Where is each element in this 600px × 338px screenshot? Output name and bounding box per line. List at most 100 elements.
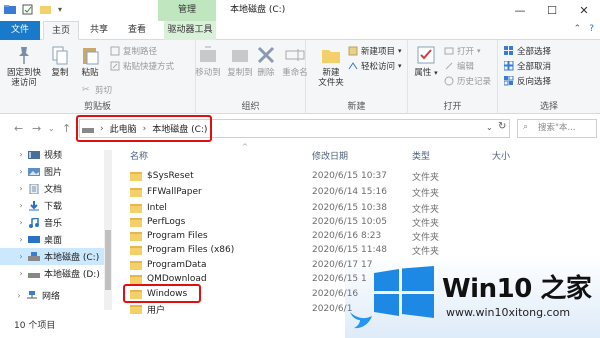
sidebar-item-label: 文档 (44, 185, 63, 195)
new-folder-button[interactable]: 新建 文件夹 (310, 44, 352, 88)
tab-share[interactable]: 共享 (84, 21, 114, 40)
sidebar-item-desktop[interactable]: › 桌面 (0, 231, 112, 248)
sidebar-item-network[interactable]: › 网络 (0, 287, 112, 304)
tab-manage[interactable]: 管理 (158, 0, 216, 21)
file-name: PerfLogs (147, 217, 186, 227)
copy-path-button[interactable]: 复制路径 (110, 45, 157, 57)
history-icon (444, 76, 454, 86)
tab-view[interactable]: 查看 (122, 21, 152, 40)
edit-button[interactable]: 编辑 (444, 60, 474, 72)
select-none-label: 全部取消 (517, 62, 552, 72)
up-arrow-icon[interactable]: ↑ (62, 122, 71, 135)
pictures-icon (28, 167, 40, 176)
sidebar-item-local-disk-d[interactable]: › 本地磁盘 (D:) (0, 265, 112, 282)
expand-chevron-icon[interactable]: › (12, 291, 26, 300)
delete-icon (257, 46, 275, 64)
quick-access-toolbar: ▾ (4, 4, 62, 15)
properties-button[interactable]: 属性 ▾ (412, 44, 440, 78)
properties-qa-icon[interactable] (22, 4, 34, 15)
address-dropdown-icon[interactable]: ⌄ (486, 123, 493, 132)
help-icon[interactable]: ? (589, 24, 594, 34)
expand-chevron-icon[interactable]: › (14, 150, 28, 159)
copy-icon (52, 46, 68, 65)
paste-button[interactable]: 粘贴 (76, 44, 104, 78)
column-header-size[interactable]: 大小 (492, 149, 510, 162)
file-date: 2020/6/14 15:16 (312, 187, 387, 197)
expand-chevron-icon[interactable]: › (14, 167, 28, 176)
folder-icon (130, 187, 142, 197)
expand-chevron-icon[interactable]: › (14, 235, 28, 244)
rename-icon (285, 49, 305, 61)
maximize-button[interactable]: ☐ (536, 0, 568, 21)
invert-selection-label: 反向选择 (517, 77, 552, 87)
copy-path-icon (110, 46, 120, 56)
cut-button[interactable]: ✂ 剪切 (82, 84, 112, 96)
sidebar-item-pictures[interactable]: › 图片 (0, 163, 112, 180)
new-folder-qa-icon[interactable] (40, 4, 52, 15)
organize-group: 移动到 复制到 删除 重命名 组织 (195, 40, 308, 114)
search-input[interactable]: 搜索"本... (517, 119, 597, 138)
invert-selection-button[interactable]: 反向选择 (504, 75, 551, 87)
sidebar-item-label: 视频 (44, 151, 63, 161)
new-item-button[interactable]: 新建项目 ▾ (348, 45, 402, 57)
paste-label: 粘贴 (81, 68, 99, 78)
tab-home[interactable]: 主页 (43, 21, 79, 40)
sidebar-scrollbar[interactable] (104, 150, 112, 310)
expand-chevron-icon[interactable]: › (14, 201, 28, 210)
tab-file[interactable]: 文件 (0, 21, 40, 40)
file-row[interactable]: FFWallPaper 2020/6/14 15:16 文件夹 (127, 184, 527, 200)
refresh-icon[interactable]: ↻ (498, 121, 506, 132)
sidebar-item-local-disk-c[interactable]: › 本地磁盘 (C:) (0, 248, 112, 265)
file-name: 用户 (147, 305, 166, 316)
sidebar-item-label: 下载 (44, 202, 63, 212)
watermark-url: www.win10xitong.com (446, 306, 571, 319)
file-row[interactable]: $SysReset 2020/6/15 10:37 文件夹 (127, 168, 527, 184)
downloads-icon (29, 200, 39, 210)
expand-chevron-icon[interactable]: › (14, 184, 28, 193)
easy-access-dropdown-icon: ▾ (398, 62, 402, 70)
copy-button[interactable]: 复制 (46, 44, 74, 78)
tab-drive-tools[interactable]: 驱动器工具 (164, 21, 216, 40)
folder-icon (130, 274, 142, 284)
expand-chevron-icon[interactable]: › (14, 252, 28, 261)
close-button[interactable]: ✕ (568, 0, 600, 21)
copy-to-label: 复制到 (227, 68, 253, 78)
folder-icon (130, 171, 142, 181)
sidebar-item-videos[interactable]: › 视频 (0, 146, 112, 163)
music-icon (29, 217, 39, 228)
expand-chevron-icon[interactable]: › (14, 218, 28, 227)
sidebar-item-music[interactable]: › 音乐 (0, 214, 112, 231)
pin-label: 固定到快 速访问 (6, 68, 41, 88)
forward-arrow-icon[interactable]: → (32, 122, 41, 135)
recent-dropdown-icon[interactable]: ⌄ (48, 124, 55, 133)
file-date: 2020/6/15 10:37 (312, 171, 387, 181)
open-button[interactable]: 打开 ▾ (444, 45, 481, 57)
delete-button[interactable]: 删除 (254, 44, 278, 78)
edit-icon (445, 62, 453, 70)
expand-chevron-icon[interactable]: › (14, 269, 28, 278)
select-all-icon (504, 46, 513, 55)
column-header-date[interactable]: 修改日期 (312, 149, 348, 162)
paste-shortcut-button[interactable]: 粘贴快捷方式 (110, 60, 174, 72)
column-header-type[interactable]: 类型 (412, 149, 430, 162)
back-arrow-icon[interactable]: ← (14, 122, 23, 135)
file-type: 文件夹 (412, 172, 440, 183)
easy-access-icon (348, 62, 358, 70)
easy-access-button[interactable]: 轻松访问 ▾ (348, 60, 402, 72)
select-none-button[interactable]: 全部取消 (504, 60, 551, 72)
sidebar-item-downloads[interactable]: › 下载 (0, 197, 112, 214)
pin-quick-access-button[interactable]: 固定到快 速访问 (6, 44, 42, 88)
invert-selection-icon (504, 76, 514, 86)
minimize-button[interactable]: — (504, 0, 536, 21)
sidebar-item-documents[interactable]: › 文档 (0, 180, 112, 197)
drive-icon (28, 272, 40, 278)
select-all-button[interactable]: 全部选择 (504, 45, 551, 57)
file-name: Program Files (147, 231, 208, 241)
status-item-count: 10 个项目 (14, 321, 56, 331)
new-folder-label: 新建 文件夹 (318, 68, 344, 88)
column-header-name[interactable]: 名称 (130, 149, 148, 162)
history-button[interactable]: 历史记录 (444, 75, 491, 87)
qa-dropdown-icon[interactable]: ▾ (58, 5, 62, 14)
ribbon-collapse-icon[interactable]: ⌃ (574, 24, 582, 34)
sidebar-scroll-thumb[interactable] (105, 230, 111, 290)
